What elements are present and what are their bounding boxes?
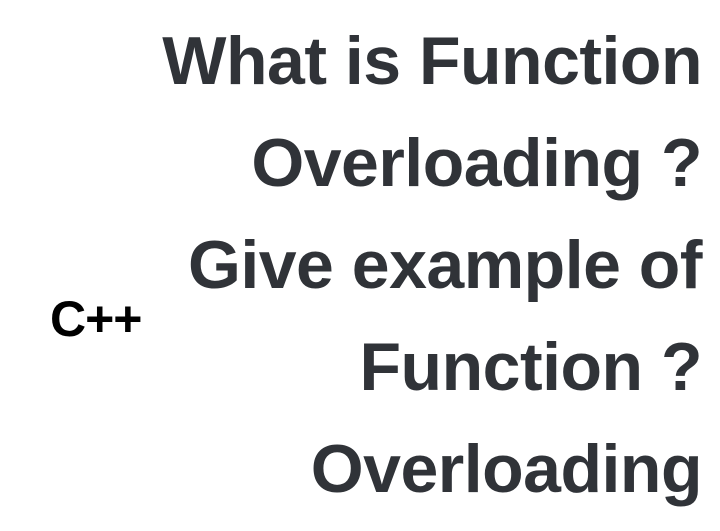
language-label: C++ [50,290,142,348]
document-container: What is Function Overloading ? Give exam… [0,0,720,531]
question-heading: What is Function Overloading ? Give exam… [122,10,702,520]
